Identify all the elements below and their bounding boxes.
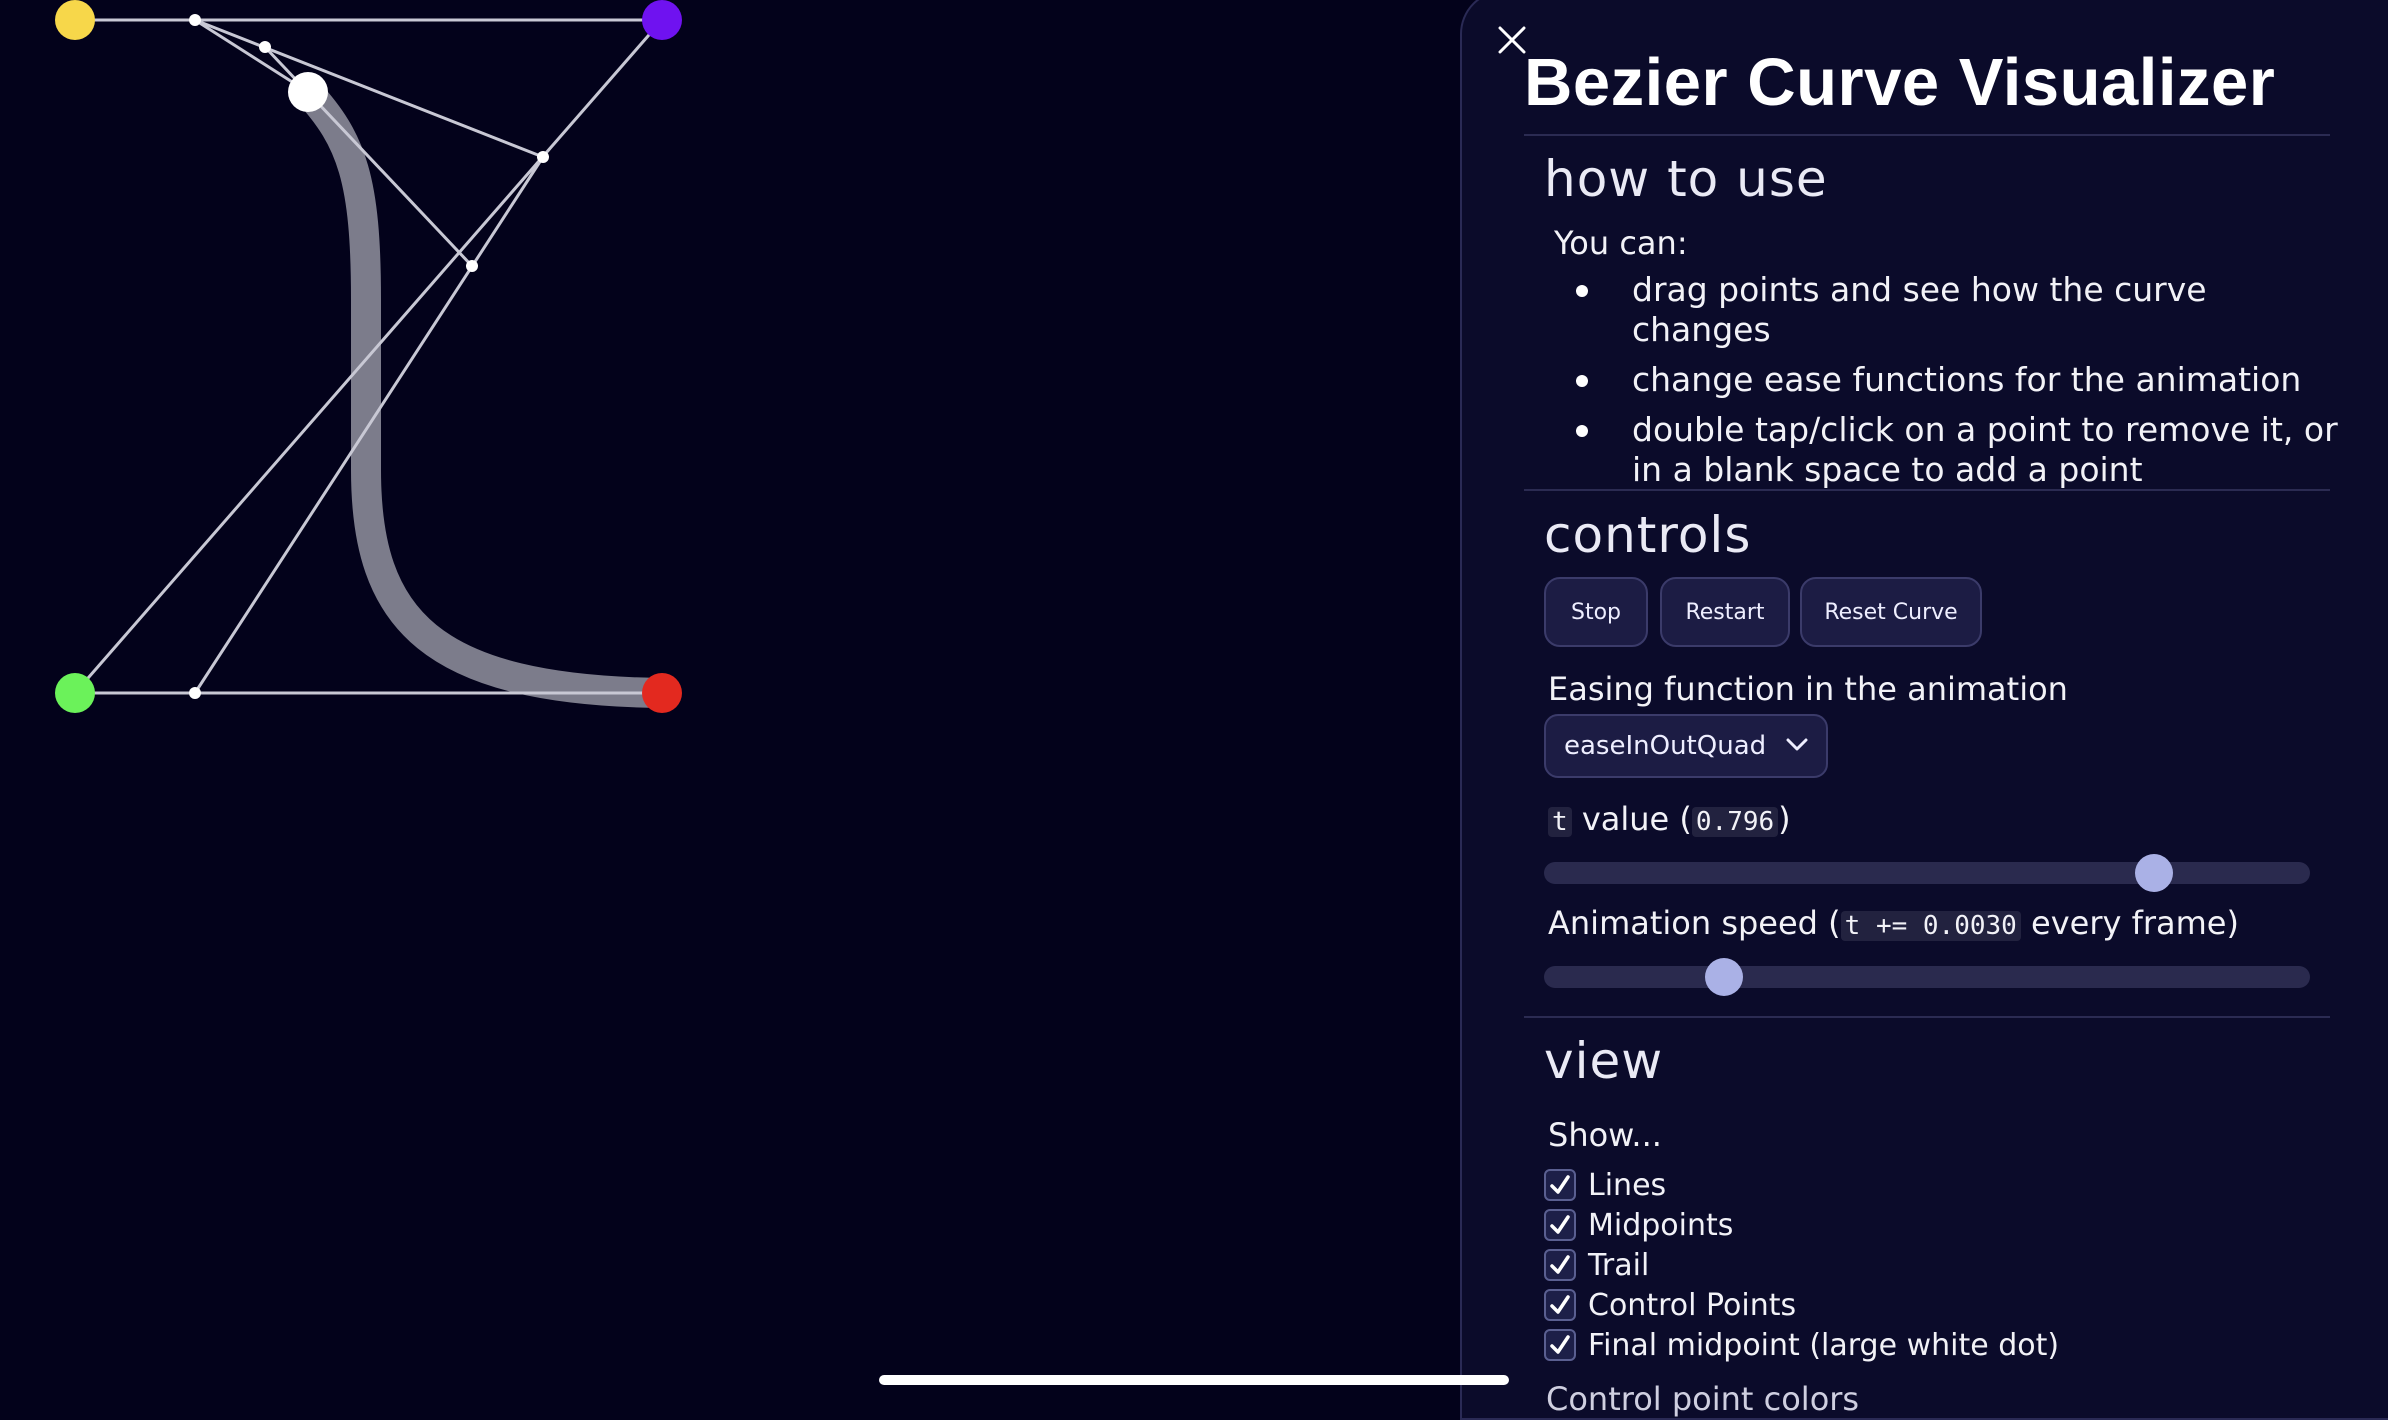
speed-code: t += 0.0030 [1840, 911, 2021, 941]
section-view-heading: view [1544, 1032, 1664, 1090]
checkmark-icon [1550, 1215, 1570, 1234]
how-to-use-list: drag points and see how the curve change… [1576, 270, 2352, 500]
final-midpoint-dot [288, 72, 328, 112]
divider [1524, 1016, 2330, 1018]
speed-suffix: every frame) [2031, 904, 2239, 942]
list-item: double tap/click on a point to remove it… [1576, 410, 2352, 490]
midpoint [259, 41, 271, 53]
section-how-to-use-heading: how to use [1544, 150, 1828, 208]
control-point-red[interactable] [642, 673, 682, 713]
t-label-text: value ( [1581, 800, 1692, 838]
lines-checkbox[interactable] [1544, 1169, 1576, 1201]
speed-label: Animation speed (t += 0.0030 every frame… [1548, 904, 2239, 942]
control-point-colors-heading: Control point colors [1546, 1380, 1860, 1418]
how-to-use-intro: You can: [1554, 224, 1688, 262]
option-final-midpoint[interactable]: Final midpoint (large white dot) [1544, 1326, 2059, 1364]
panel-title: Bezier Curve Visualizer [1524, 45, 2276, 120]
checkmark-icon [1550, 1335, 1570, 1354]
t-value-slider[interactable] [1544, 854, 2310, 892]
option-control-points[interactable]: Control Points [1544, 1286, 1796, 1324]
midpoint [537, 151, 549, 163]
checkmark-icon [1550, 1175, 1570, 1194]
divider [1524, 489, 2330, 491]
speed-label-text: Animation speed ( [1548, 904, 1841, 942]
control-point-yellow[interactable] [55, 0, 95, 40]
restart-button[interactable]: Restart [1660, 577, 1790, 647]
trail-label: Trail [1588, 1247, 1650, 1283]
animation-speed-slider[interactable] [1544, 958, 2310, 996]
stop-button[interactable]: Stop [1544, 577, 1648, 647]
easing-selected-value: easeInOutQuad [1564, 731, 1767, 761]
curve-trail [293, 77, 677, 708]
t-code: t [1548, 807, 1572, 837]
checkmark-icon [1550, 1255, 1570, 1274]
final-midpoint-checkbox[interactable] [1544, 1329, 1576, 1361]
midpoint [466, 260, 478, 272]
reset-curve-button[interactable]: Reset Curve [1800, 577, 1982, 647]
trail-checkbox[interactable] [1544, 1249, 1576, 1281]
control-point-green[interactable] [55, 673, 95, 713]
control-points-label: Control Points [1588, 1287, 1797, 1323]
settings-panel: Bezier Curve Visualizer how to use You c… [1460, 0, 2388, 1420]
show-label: Show... [1548, 1116, 1662, 1154]
option-midpoints[interactable]: Midpoints [1544, 1206, 1733, 1244]
control-lines [73, 18, 664, 695]
t-value-label: t value (0.796) [1548, 800, 1791, 838]
t-value-slider-thumb[interactable] [2134, 854, 2173, 892]
list-item: change ease functions for the animation [1576, 360, 2352, 400]
midpoint [189, 14, 201, 26]
control-points-checkbox[interactable] [1544, 1289, 1576, 1321]
chevron-down-icon [1786, 738, 1808, 751]
option-trail[interactable]: Trail [1544, 1246, 1649, 1284]
animation-speed-slider-thumb[interactable] [1705, 958, 1743, 996]
midpoints-checkbox[interactable] [1544, 1209, 1576, 1241]
checkmark-icon [1550, 1295, 1570, 1314]
lines-label: Lines [1588, 1167, 1667, 1203]
list-item: drag points and see how the curve change… [1576, 270, 2352, 350]
t-label-close: ) [1778, 800, 1791, 838]
option-lines[interactable]: Lines [1544, 1166, 1666, 1204]
midpoint [189, 687, 201, 699]
control-point-purple[interactable] [642, 0, 682, 40]
easing-label: Easing function in the animation [1548, 670, 2068, 708]
home-indicator[interactable] [879, 1375, 1509, 1385]
divider [1524, 134, 2330, 136]
t-value: 0.796 [1691, 807, 1779, 837]
final-midpoint-label: Final midpoint (large white dot) [1588, 1327, 2060, 1363]
bezier-canvas[interactable] [0, 0, 1460, 1400]
midpoints-label: Midpoints [1588, 1207, 1734, 1243]
easing-select[interactable]: easeInOutQuad [1544, 714, 1828, 778]
section-controls-heading: controls [1544, 506, 1752, 564]
